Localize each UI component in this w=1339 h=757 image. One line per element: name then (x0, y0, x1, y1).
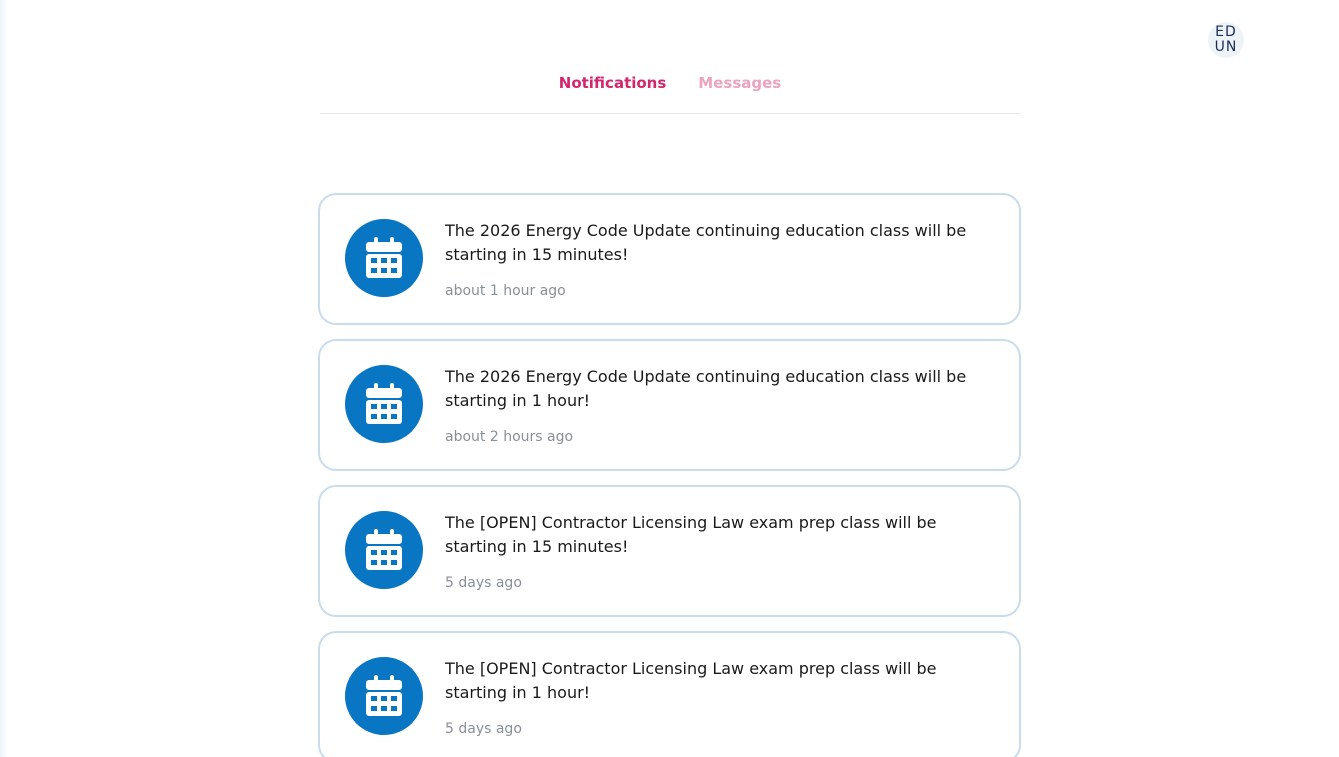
avatar[interactable]: EDUN (1208, 22, 1244, 58)
calendar-icon (345, 365, 423, 443)
notification-time: about 2 hours ago (445, 429, 574, 445)
notification-text: The 2026 Energy Code Update continuing e… (445, 221, 967, 264)
tab-messages[interactable]: Messages (698, 74, 781, 92)
notification-card[interactable]: The [OPEN] Contractor Licensing Law exam… (318, 631, 1021, 757)
avatar-initials: EDUN (1214, 24, 1238, 55)
notification-text: The 2026 Energy Code Update continuing e… (445, 367, 967, 410)
notification-body: The [OPEN] Contractor Licensing Law exam… (445, 657, 985, 737)
notification-card[interactable]: The [OPEN] Contractor Licensing Law exam… (318, 485, 1021, 617)
notification-list: The 2026 Energy Code Update continuing e… (318, 193, 1021, 757)
calendar-icon (345, 511, 423, 589)
notification-time: 5 days ago (445, 575, 522, 591)
notification-body: The [OPEN] Contractor Licensing Law exam… (445, 511, 985, 591)
calendar-icon (345, 657, 423, 735)
notification-time: 5 days ago (445, 721, 522, 737)
calendar-icon (345, 219, 423, 297)
notification-card[interactable]: The 2026 Energy Code Update continuing e… (318, 193, 1021, 325)
sidebar-edge (0, 0, 8, 757)
notification-text: The [OPEN] Contractor Licensing Law exam… (445, 513, 937, 556)
tab-bar: Notifications Messages (320, 60, 1020, 114)
tab-notifications[interactable]: Notifications (559, 74, 667, 92)
notification-time: about 1 hour ago (445, 283, 566, 299)
notification-body: The 2026 Energy Code Update continuing e… (445, 219, 985, 299)
notifications-page: EDUN Notifications Messages The 2026 Ene… (0, 0, 1339, 757)
notification-card[interactable]: The 2026 Energy Code Update continuing e… (318, 339, 1021, 471)
notification-body: The 2026 Energy Code Update continuing e… (445, 365, 985, 445)
notification-text: The [OPEN] Contractor Licensing Law exam… (445, 659, 937, 702)
